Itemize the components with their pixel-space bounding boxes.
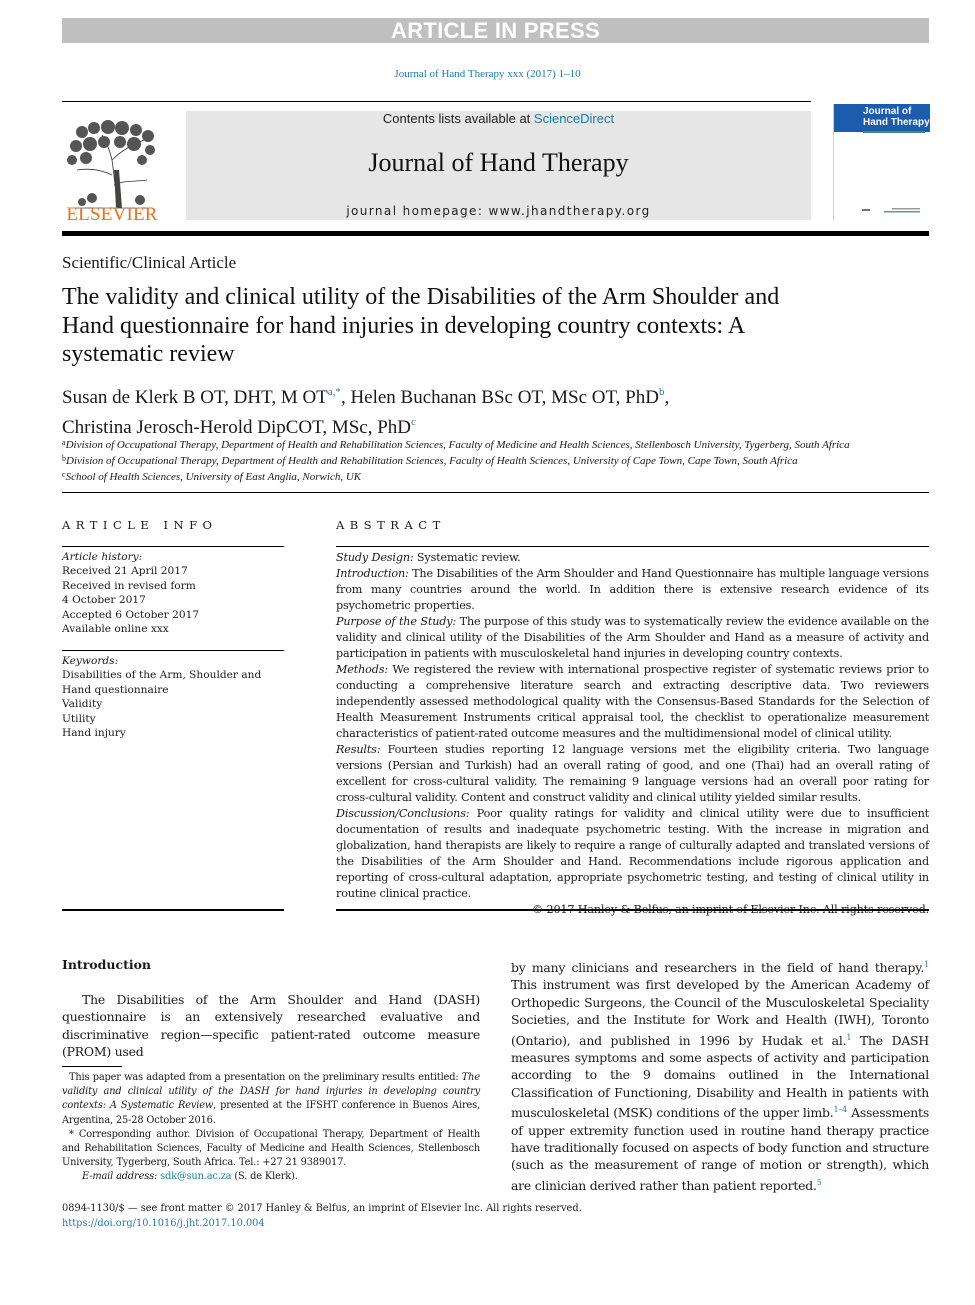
abstract-section: Purpose of the Study: The purpose of thi… xyxy=(336,614,929,662)
abstract-copyright: © 2017 Hanley & Belfus, an imprint of El… xyxy=(532,903,929,916)
abstract-section: Study Design: Systematic review. xyxy=(336,550,929,566)
info-divider xyxy=(62,650,284,651)
abstract-section-label: Methods: xyxy=(336,663,388,676)
footnote-corresponding: * Corresponding author. Division of Occu… xyxy=(62,1128,480,1169)
keyword-item: Hand injury xyxy=(62,727,126,740)
article-title: The validity and clinical utility of the… xyxy=(62,284,780,367)
doi-link[interactable]: https://doi.org/10.1016/j.jht.2017.10.00… xyxy=(62,1216,582,1231)
keywords: Keywords: Disabilities of the Arm, Shoul… xyxy=(62,654,286,740)
footnote-presentation: This paper was adapted from a presentati… xyxy=(62,1071,480,1128)
footnotes: This paper was adapted from a presentati… xyxy=(62,1071,480,1185)
article-history: Article history: Received 21 April 2017 … xyxy=(62,550,292,636)
info-divider xyxy=(62,546,284,547)
keyword-item: Validity xyxy=(62,698,103,711)
author-name: Helen Buchanan BSc OT, MSc OT, PhD xyxy=(350,387,659,408)
contents-prefix: Contents lists available at xyxy=(382,111,534,126)
article-in-press-banner: ARTICLE IN PRESS xyxy=(62,18,929,43)
article-info-heading: ARTICLE INFO xyxy=(62,518,218,532)
sciencedirect-link[interactable]: ScienceDirect xyxy=(534,111,614,126)
footnote-divider xyxy=(62,1066,122,1067)
introduction-paragraph: by many clinicians and researchers in th… xyxy=(511,956,929,1194)
keyword-item: Utility xyxy=(62,712,96,725)
info-divider xyxy=(62,909,284,911)
abstract-section: Methods: We registered the review with i… xyxy=(336,662,929,742)
history-item: 4 October 2017 xyxy=(62,594,146,607)
history-item: Received in revised form xyxy=(62,579,196,592)
abstract-section-label: Purpose of the Study: xyxy=(336,615,457,628)
abstract-section-text: We registered the review with internatio… xyxy=(336,663,929,740)
reference-link[interactable]: 5 xyxy=(817,1178,822,1187)
introduction-left-column: The Disabilities of the Arm Shoulder and… xyxy=(62,991,480,1061)
abstract-section-label: Introduction: xyxy=(336,567,409,580)
introduction-right-column: by many clinicians and researchers in th… xyxy=(511,956,929,1194)
author-affiliation-link[interactable]: c xyxy=(411,416,416,428)
author-separator: , xyxy=(340,387,351,408)
section-divider xyxy=(62,492,929,493)
abstract-section-text: The Disabilities of the Arm Shoulder and… xyxy=(336,567,929,612)
masthead-divider xyxy=(62,231,929,236)
history-item: Available online xxx xyxy=(62,623,169,636)
affiliation-item: cSchool of Health Sciences, University o… xyxy=(62,468,932,484)
abstract-divider xyxy=(336,546,929,547)
abstract-heading: ABSTRACT xyxy=(336,518,446,532)
affiliation-text: Division of Occupational Therapy, Depart… xyxy=(65,439,850,451)
affiliation-text: School of Health Sciences, University of… xyxy=(65,471,362,483)
author-list: Susan de Klerk B OT, DHT, M OTa,*, Helen… xyxy=(62,380,842,440)
abstract-section: Introduction: The Disabilities of the Ar… xyxy=(336,566,929,614)
abstract-section-text: Poor quality ratings for validity and cl… xyxy=(336,807,929,900)
history-item: Accepted 6 October 2017 xyxy=(62,608,200,621)
keywords-label: Keywords: xyxy=(62,655,119,667)
abstract-section-text: Systematic review. xyxy=(413,551,521,564)
email-link[interactable]: sdk@sun.ac.za xyxy=(160,1171,231,1182)
reference-link[interactable]: 1–4 xyxy=(833,1105,847,1114)
elsevier-wordmark: ELSEVIER xyxy=(66,204,158,225)
abstract-section-label: Results: xyxy=(336,743,381,756)
abstract-section-label: Discussion/Conclusions: xyxy=(336,807,470,820)
affiliations: aDivision of Occupational Therapy, Depar… xyxy=(62,436,932,484)
cover-strip xyxy=(863,131,925,133)
affiliation-item: aDivision of Occupational Therapy, Depar… xyxy=(62,436,932,452)
journal-citation-link[interactable]: Journal of Hand Therapy xxx (2017) 1–10 xyxy=(0,68,975,80)
journal-title: Journal of Hand Therapy xyxy=(368,148,629,177)
history-item: Received 21 April 2017 xyxy=(62,565,188,578)
journal-homepage-link[interactable]: journal homepage: www.jhandtherapy.org xyxy=(186,204,811,218)
abstract-section: Results: Fourteen studies reporting 12 l… xyxy=(336,742,929,806)
article-type: Scientific/Clinical Article xyxy=(62,253,237,272)
introduction-heading: Introduction xyxy=(62,957,152,972)
affiliation-text: Division of Occupational Therapy, Depart… xyxy=(66,455,798,467)
author-separator: , xyxy=(664,387,670,408)
footnote-text: (S. de Klerk). xyxy=(231,1171,298,1183)
keyword-item: Disabilities of the Arm, Shoulder and Ha… xyxy=(62,669,262,696)
reference-link[interactable]: 1 xyxy=(924,960,929,969)
abstract-section: Discussion/Conclusions: Poor quality rat… xyxy=(336,806,929,902)
cover-title-line2: Hand Therapy xyxy=(863,117,930,128)
cover-footer-icon xyxy=(862,208,920,213)
abstract-section-label: Study Design: xyxy=(336,551,414,564)
author-name: Susan de Klerk B OT, DHT, M OT xyxy=(62,387,328,408)
header-divider xyxy=(62,101,811,102)
affiliation-item: bDivision of Occupational Therapy, Depar… xyxy=(62,452,932,468)
author-name: Christina Jerosch-Herold DipCOT, MSc, Ph… xyxy=(62,417,412,438)
article-history-label: Article history: xyxy=(62,551,143,563)
footnote-text: This paper was adapted from a presentati… xyxy=(69,1072,462,1083)
contents-available-line: Contents lists available at ScienceDirec… xyxy=(186,111,811,126)
body-text: by many clinicians and researchers in th… xyxy=(511,960,925,975)
email-label: E-mail address: xyxy=(82,1171,158,1183)
front-matter-line: 0894-1130/$ — see front matter © 2017 Ha… xyxy=(62,1203,582,1214)
page-footer: 0894-1130/$ — see front matter © 2017 Ha… xyxy=(62,1201,582,1231)
abstract-body: Study Design: Systematic review. Introdu… xyxy=(336,550,929,918)
cover-title: Journal of Hand Therapy xyxy=(863,106,930,128)
author-affiliation-link[interactable]: a,* xyxy=(328,386,341,398)
introduction-paragraph: The Disabilities of the Arm Shoulder and… xyxy=(62,992,480,1060)
abstract-section-text: Fourteen studies reporting 12 language v… xyxy=(336,743,929,804)
footnote-email: E-mail address: sdk@sun.ac.za (S. de Kle… xyxy=(62,1170,480,1184)
cover-title-line1: Journal of xyxy=(863,106,912,117)
